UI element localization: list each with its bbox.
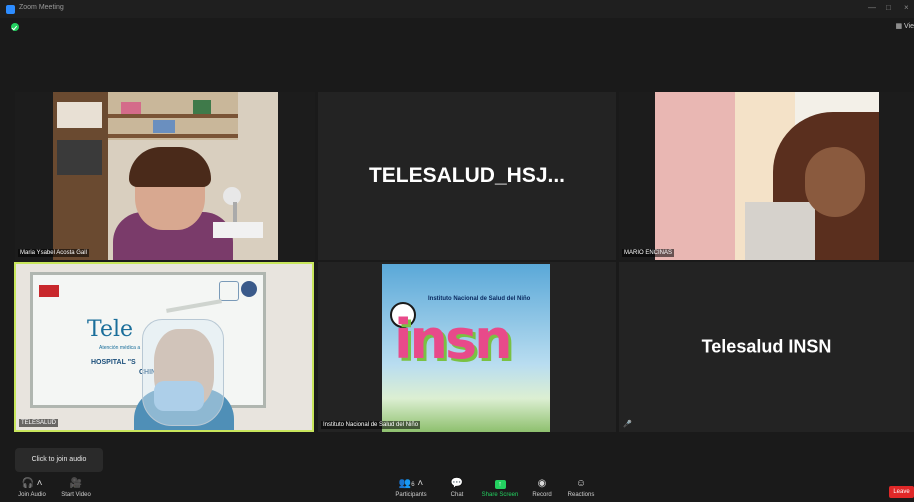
encryption-shield-icon[interactable] [11, 23, 19, 31]
zoom-app-icon [6, 5, 15, 14]
video-tile-maria[interactable]: Maria Ysabel Acosta Gall [15, 92, 315, 260]
share-screen-button[interactable]: ↑ Share Screen [478, 478, 522, 498]
video-tile-telesalud-hsj[interactable]: TELESALUD_HSJ... [318, 92, 616, 260]
video-tile-telesalud[interactable]: Tele Atención médica a HOSPITAL "S CHIN … [14, 262, 314, 432]
close-button[interactable]: × [904, 3, 909, 12]
insn-logo-letters: insn [394, 308, 513, 371]
participants-button[interactable]: 👥6 ˄ Participants [386, 478, 436, 498]
join-audio-button[interactable]: 🎧 ˄ Join Audio [12, 478, 52, 498]
minimize-button[interactable]: — [868, 3, 876, 12]
start-video-button[interactable]: 🎥 Start Video [56, 478, 96, 498]
chat-button[interactable]: 💬 Chat [442, 478, 472, 498]
participant-name-telesalud: TELESALUD [19, 419, 59, 427]
participant-video-maria [53, 92, 278, 260]
reactions-icon: ☺ [575, 478, 587, 489]
participant-video-telesalud [134, 319, 234, 430]
join-audio-label: Join Audio [18, 492, 46, 498]
reactions-label: Reactions [567, 492, 595, 498]
record-button[interactable]: ◉ Record [527, 478, 557, 498]
video-tile-mario[interactable]: MARIO ENCINAS [619, 92, 914, 260]
share-screen-label: Share Screen [481, 492, 519, 498]
video-tile-insn-logo[interactable]: Instituto Nacional de Salud del Niño ins… [318, 262, 616, 432]
participants-count: 6 [411, 482, 415, 488]
grid-view-icon: ▦ [895, 23, 904, 30]
record-icon: ◉ [537, 478, 547, 489]
share-screen-icon: ↑ [478, 478, 522, 490]
participant-video-mario [655, 92, 879, 260]
leave-meeting-button[interactable]: Leave [889, 486, 914, 498]
reactions-button[interactable]: ☺ Reactions [563, 478, 599, 498]
meeting-toolbar: 🎧 ˄ Join Audio 🎥 Start Video 👥6 ˄ Partic… [0, 475, 914, 502]
insn-logo-image: Instituto Nacional de Salud del Niño ins… [382, 264, 550, 432]
participants-icon: 👥6 ˄ [398, 478, 424, 489]
maximize-button[interactable]: □ [886, 3, 891, 12]
participant-name-insn: Instituto Nacional de Salud del Niño [321, 421, 421, 429]
view-button-label: Vie [904, 23, 914, 30]
video-off-icon: 🎥 [69, 478, 83, 489]
video-tile-telesalud-insn[interactable]: Telesalud INSN 🎤 [619, 262, 914, 432]
view-button[interactable]: ▦ Vie [895, 22, 914, 30]
participant-display-name: Telesalud INSN [701, 336, 832, 357]
participant-name-maria: Maria Ysabel Acosta Gall [18, 249, 89, 257]
muted-mic-icon: 🎤 [623, 421, 632, 428]
participant-name-mario: MARIO ENCINAS [622, 249, 675, 257]
chat-label: Chat [450, 492, 464, 498]
window-title: Zoom Meeting [19, 4, 64, 11]
chat-icon: 💬 [450, 478, 464, 489]
insn-logo-title: Instituto Nacional de Salud del Niño [428, 296, 531, 302]
start-video-label: Start Video [61, 492, 91, 498]
telesalud-sign-text: Tele [87, 317, 134, 342]
participant-display-name: TELESALUD_HSJ... [368, 164, 566, 187]
click-to-join-audio-button[interactable]: Click to join audio [15, 448, 103, 472]
headphones-icon: 🎧 ˄ [21, 478, 43, 489]
hospital-label: HOSPITAL "S [91, 359, 136, 366]
record-label: Record [532, 492, 552, 498]
window-titlebar: Zoom Meeting — □ × [0, 0, 914, 18]
participants-label: Participants [395, 492, 427, 498]
